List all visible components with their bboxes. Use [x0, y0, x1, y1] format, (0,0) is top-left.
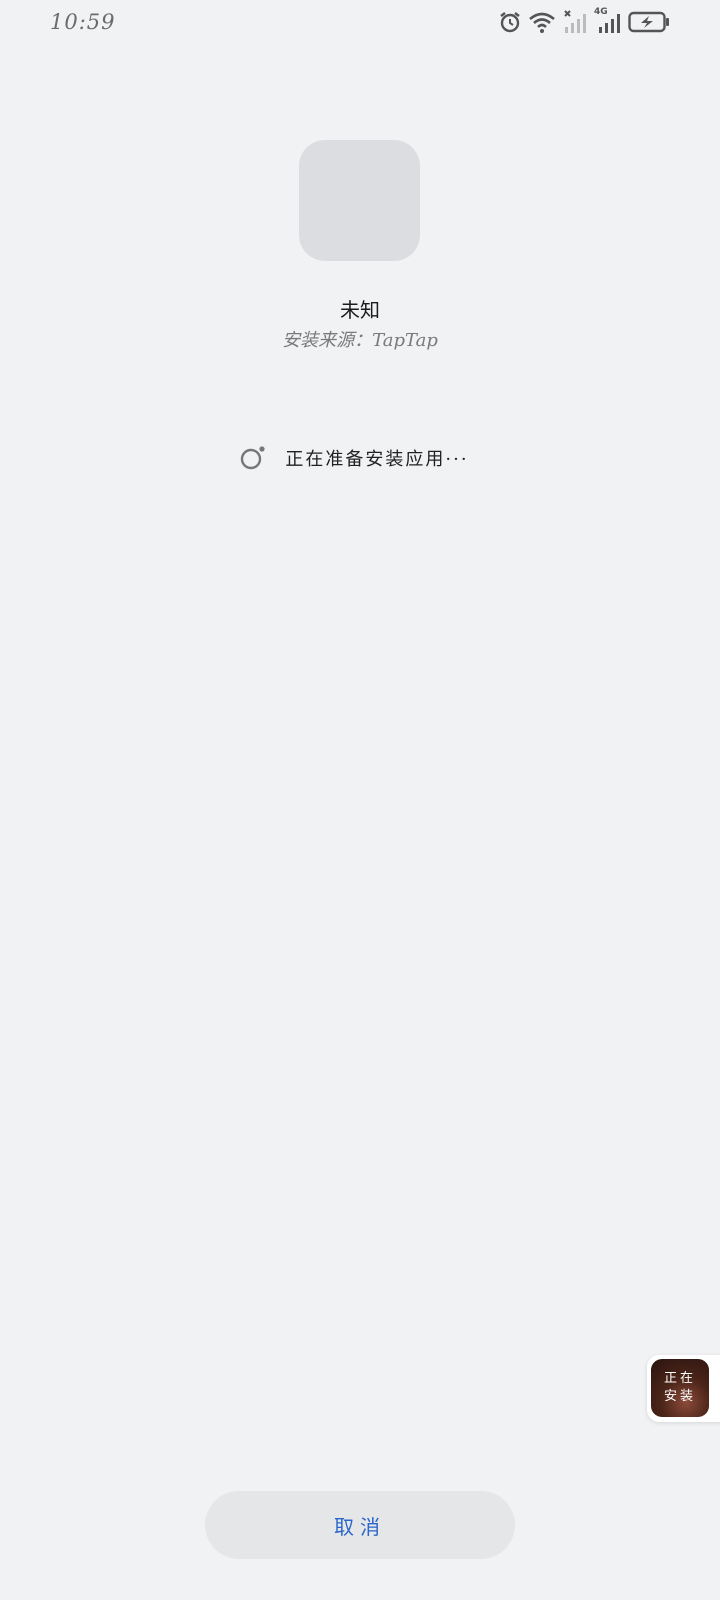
status-icons: 4G	[498, 7, 670, 35]
installing-thumbnail[interactable]: 正在 安装	[651, 1359, 709, 1417]
status-time: 10:59	[50, 10, 116, 34]
battery-charging-icon	[628, 10, 670, 34]
installer-screen: 10:59 4G 未知 安装来源：TapTap 正在准备安装应用··· 正在 安…	[0, 0, 720, 1600]
loading-spinner-icon	[239, 444, 267, 472]
alarm-icon	[498, 10, 522, 34]
widget-line2: 安装	[663, 1389, 696, 1404]
app-name: 未知	[340, 298, 380, 322]
widget-line1: 正在	[663, 1371, 696, 1386]
installing-floating-widget[interactable]: 正在 安装	[647, 1355, 720, 1422]
cancel-button[interactable]: 取消	[205, 1491, 515, 1559]
install-source: 安装来源：TapTap	[282, 330, 438, 351]
signal-sim2-icon: 4G	[594, 7, 622, 35]
signal-sim1-icon	[562, 9, 588, 35]
status-bar: 10:59 4G	[0, 0, 720, 46]
app-icon-placeholder	[299, 140, 420, 261]
progress-text: 正在准备安装应用···	[285, 449, 469, 470]
wifi-icon	[528, 10, 556, 34]
network-type-label: 4G	[594, 7, 608, 17]
progress-status: 正在准备安装应用···	[0, 444, 720, 472]
